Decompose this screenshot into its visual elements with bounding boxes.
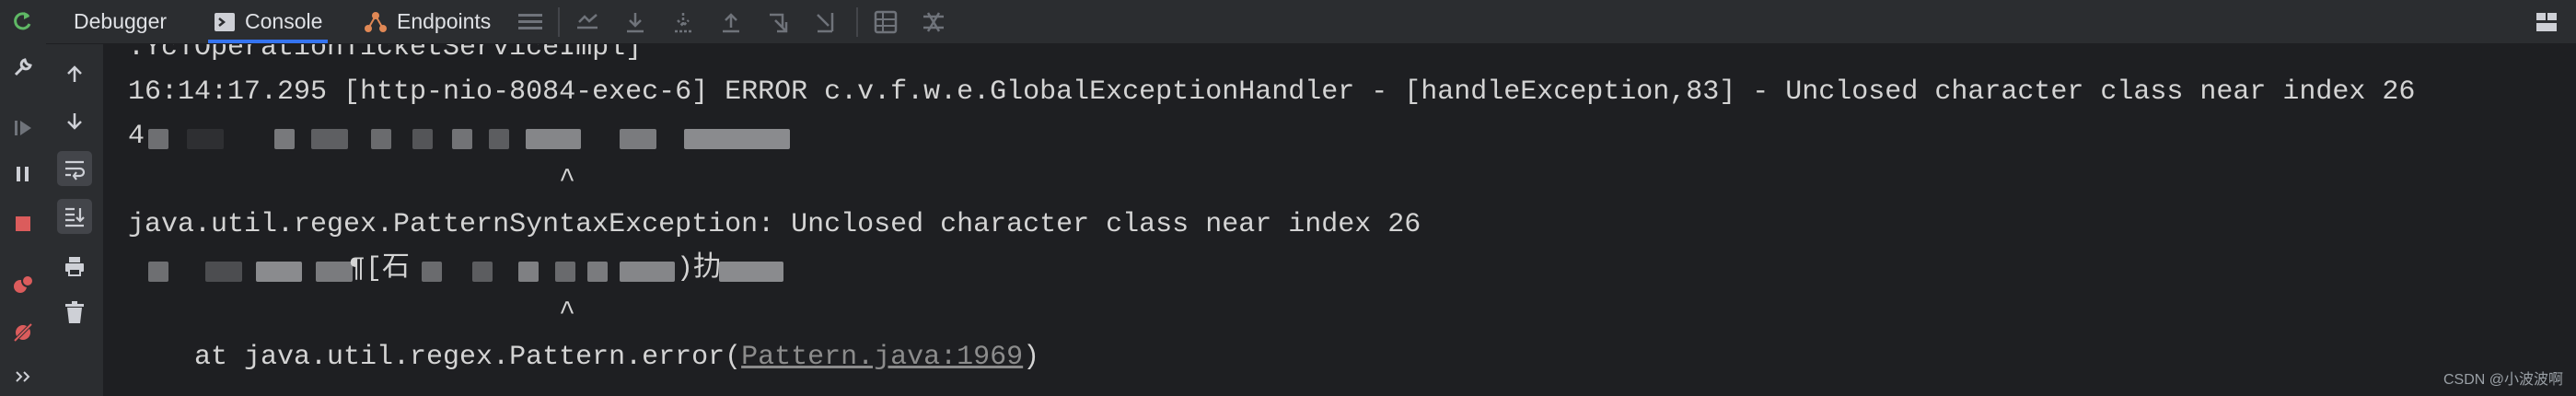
console-exception-line: java.util.regex.PatternSyntaxException: … [128,209,1421,240]
rerun-icon[interactable] [7,6,39,37]
tab-console[interactable]: Console [207,0,329,43]
endpoints-icon [364,10,388,34]
more-icon[interactable] [7,361,39,392]
run-to-cursor-icon[interactable] [812,7,841,37]
view-breakpoints-icon[interactable] [7,269,39,300]
up-arrow-icon[interactable] [57,57,92,92]
step-out-icon[interactable] [716,7,746,37]
resume-icon[interactable] [7,112,39,144]
caret-marker: ^ [559,165,576,196]
scroll-to-end-icon[interactable] [57,199,92,234]
console-icon [214,11,236,33]
console-fragment: ¶[石 [349,253,411,285]
tab-label: Debugger [74,9,168,33]
console-fragment: )扐 [677,253,722,285]
toolbar-separator [558,7,560,37]
watermark: CSDN @小波波啊 [2443,372,2563,388]
caret-marker: ^ [559,297,576,329]
down-arrow-icon[interactable] [57,103,92,138]
debug-tab-bar: Debugger Console Endpoints [46,0,2576,44]
tab-label: Endpoints [397,9,492,33]
console-line-partial: .YcTOperationTicketServiceImpl] [128,44,643,64]
console-output[interactable]: .YcTOperationTicketServiceImpl] 16:14:17… [104,44,2576,396]
tab-debugger[interactable]: Debugger [74,0,167,43]
trace-current-stream-icon[interactable] [919,7,948,37]
source-link[interactable]: Pattern.java:1969 [741,342,1023,373]
tab-label: Console [245,9,323,33]
hamburger-menu-icon[interactable] [516,7,545,37]
console-actions-strip [46,44,104,396]
stop-icon[interactable] [7,208,39,239]
trash-icon[interactable] [57,295,92,330]
show-execution-point-icon[interactable] [573,7,602,37]
debug-tool-strip [0,0,47,396]
evaluate-expression-icon[interactable] [871,7,900,37]
line-prefix: 4 [128,121,145,152]
print-icon[interactable] [57,249,92,284]
soft-wrap-icon[interactable] [57,151,92,186]
stack-trace-line: at java.util.regex.Pattern.error(Pattern… [128,339,1039,376]
layout-settings-icon[interactable] [2532,7,2561,37]
step-into-icon[interactable] [668,7,698,37]
console-line-redacted: 4 [128,118,145,155]
step-over-icon[interactable] [621,7,650,37]
drop-frame-icon[interactable] [764,7,794,37]
tab-endpoints[interactable]: Endpoints [364,0,491,43]
wrench-icon[interactable] [7,52,39,83]
toolbar-separator [856,7,858,37]
pause-icon[interactable] [7,158,39,190]
mute-breakpoints-icon[interactable] [7,317,39,348]
console-error-line: 16:14:17.295 [http-nio-8084-exec-6] ERRO… [128,76,2416,108]
stack-prefix: at java.util.regex.Pattern.error( [128,342,742,373]
stack-suffix: ) [1023,342,1040,373]
